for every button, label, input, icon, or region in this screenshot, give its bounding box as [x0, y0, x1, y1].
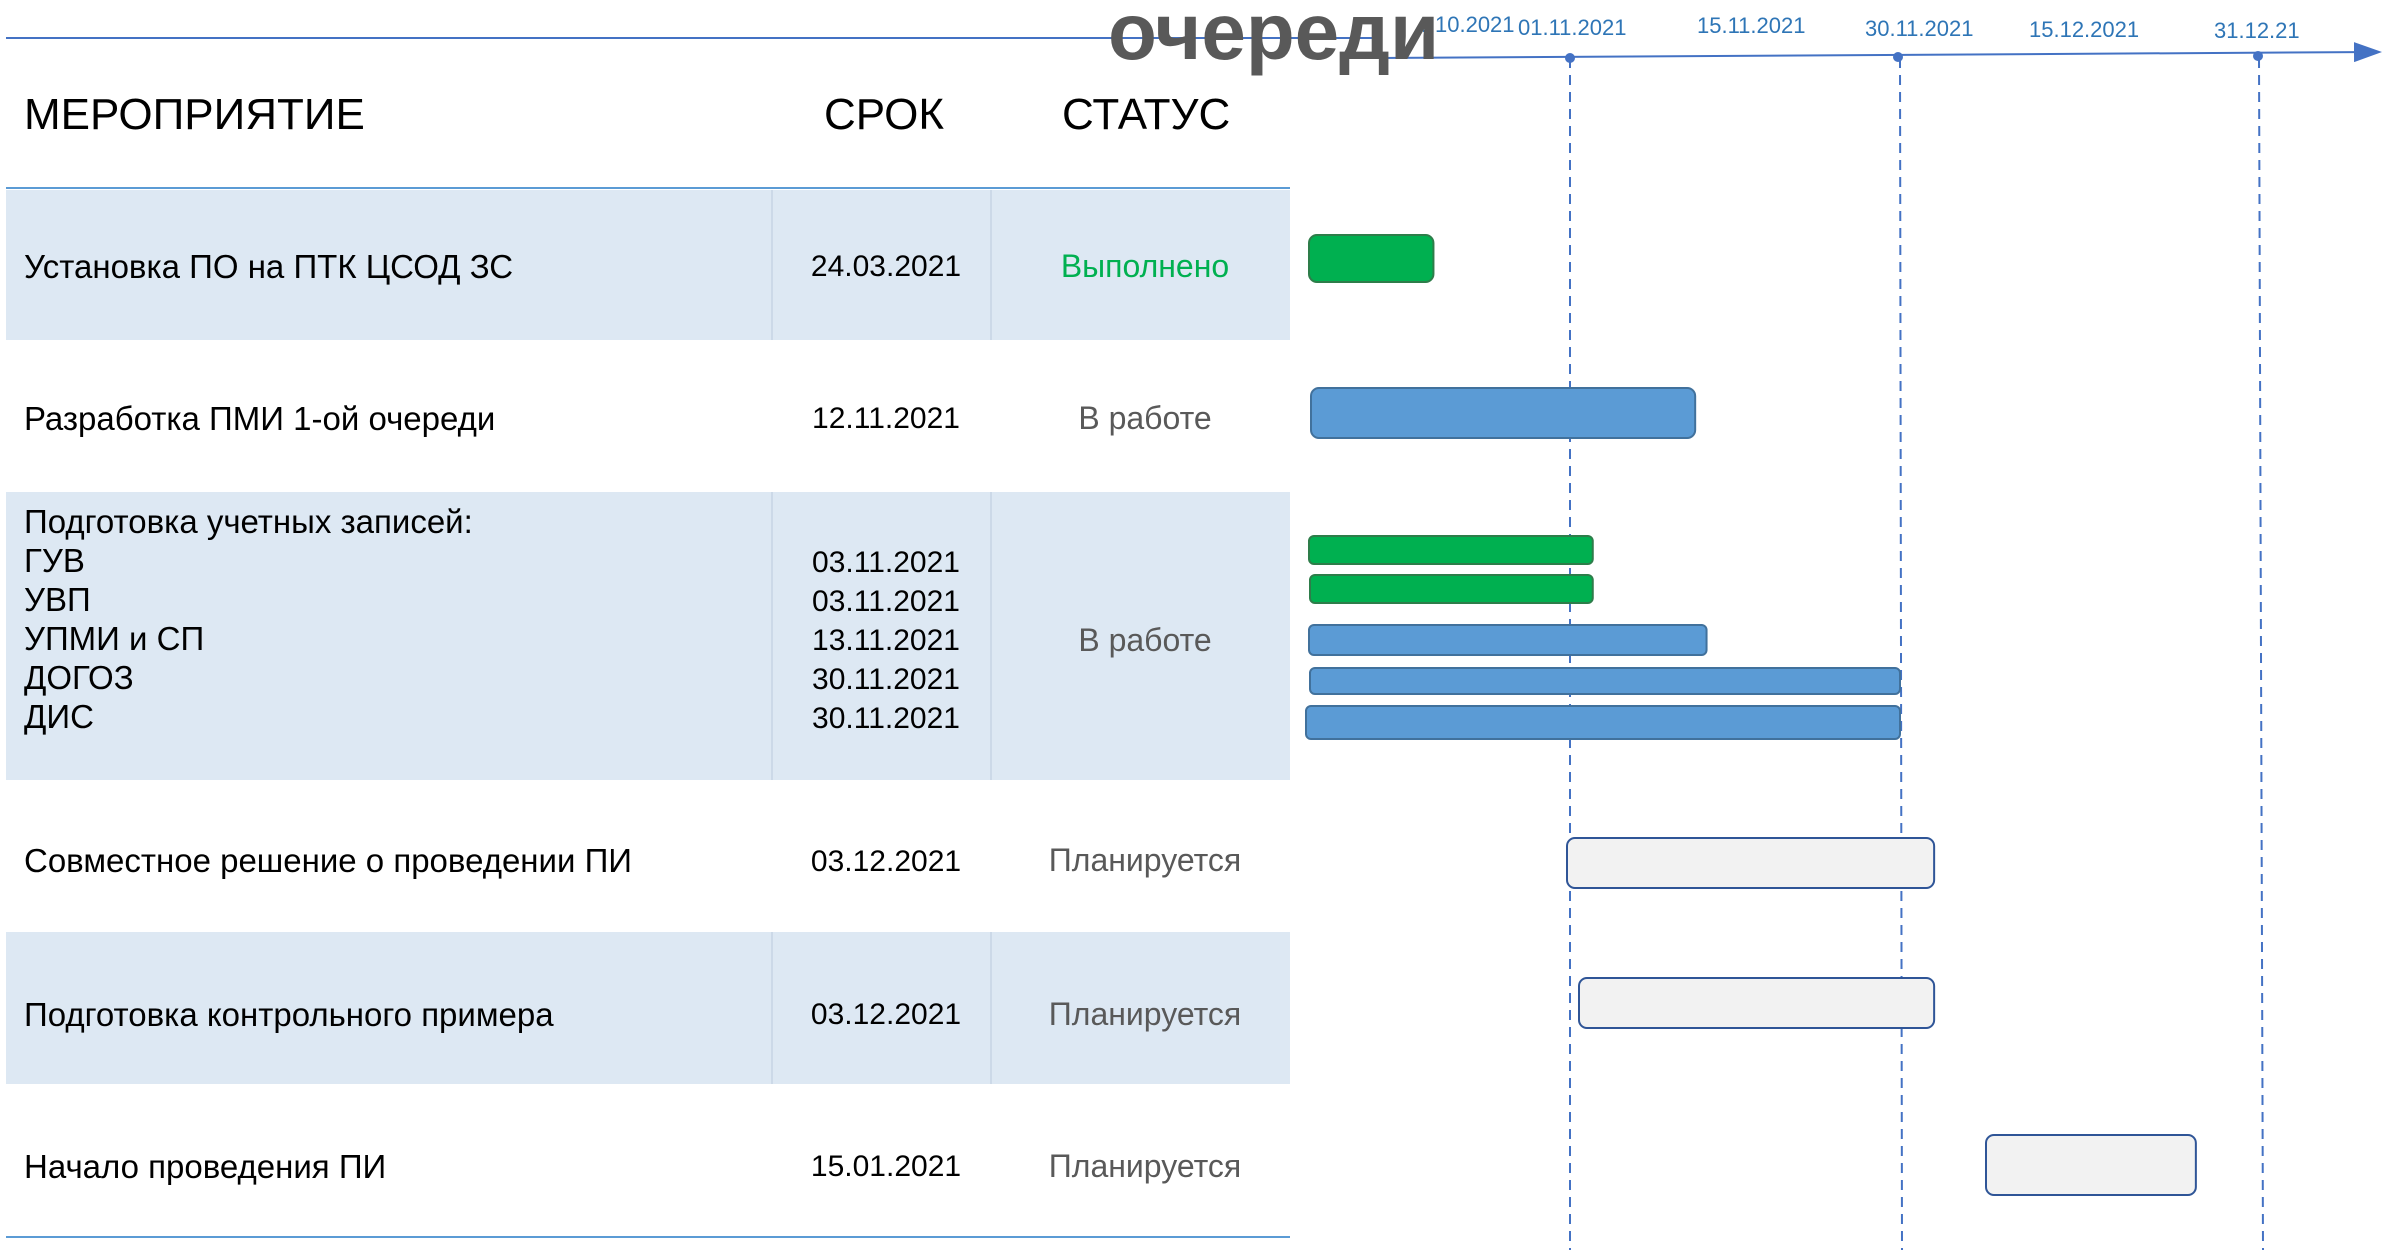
gantt-bar-planned: [1566, 837, 1936, 889]
subtask-term: 03.11.2021: [812, 585, 960, 618]
event-name: Установка ПО на ПТК ЦСОД ЗС: [24, 248, 514, 285]
timeline-label: 31.12.21: [2214, 18, 2300, 43]
slide-title-fragment: очереди: [1108, 0, 1440, 76]
timeline-axis: [1379, 42, 2382, 63]
timeline-label: 01.11.2021: [1518, 15, 1626, 40]
subtask-name: ГУВ: [24, 542, 85, 579]
axis-point-30-11: [1893, 52, 1903, 62]
status-done: Выполнено: [1060, 248, 1230, 284]
event-name: Начало проведения ПИ: [24, 1148, 387, 1185]
subtask-term: 13.11.2021: [812, 624, 960, 657]
gantt-bar-in-progress: [1310, 387, 1697, 439]
event-name: Подготовка учетных записей:: [24, 503, 473, 540]
subtask-name: УВП: [24, 581, 91, 618]
status-planned: Планируется: [1048, 1148, 1242, 1184]
header-status: СТАТУС: [1062, 90, 1231, 139]
timeline-label: 30.11.2021: [1865, 16, 1973, 41]
gantt-bar-done: [1308, 535, 1594, 565]
subtask-term: 30.11.2021: [812, 663, 960, 696]
subtask-term: 30.11.2021: [812, 702, 960, 735]
status-in-progress: В работе: [1078, 400, 1212, 436]
axis-point-31-12: [2253, 51, 2263, 61]
gantt-bar-planned: [1578, 977, 1936, 1029]
subtask-name: УПМИ и СП: [24, 620, 205, 657]
event-term: 03.12.2021: [810, 845, 962, 878]
event-term: 24.03.2021: [810, 250, 962, 283]
event-name: Разработка ПМИ 1-ой очереди: [24, 400, 496, 437]
event-term: 03.12.2021: [810, 998, 962, 1031]
gantt-bar-planned: [1985, 1134, 2197, 1196]
event-term-block: 03.11.2021 03.11.2021 13.11.2021 30.11.2…: [776, 543, 996, 738]
axis-point-01-11: [1565, 53, 1575, 63]
reference-line-31-12: [2258, 57, 2264, 1250]
subtask-name: ДОГОЗ: [24, 659, 134, 696]
schedule-slide: …10.2021 01.11.2021 15.11.2021 30.11.202…: [0, 0, 2387, 1250]
event-term: 15.01.2021: [810, 1150, 962, 1183]
timeline-label: 15.12.2021: [2029, 17, 2139, 42]
gantt-bar-in-progress: [1305, 705, 1901, 740]
subtask-term: 03.11.2021: [812, 546, 960, 579]
gantt-bar-done: [1308, 234, 1435, 283]
status-planned: Планируется: [1048, 996, 1242, 1032]
gantt-bars: [1305, 234, 2197, 1196]
status-in-progress: В работе: [1078, 622, 1212, 658]
header-event: МЕРОПРИЯТИЕ: [24, 90, 365, 139]
gantt-bar-done: [1309, 574, 1594, 604]
header-term: СРОК: [824, 90, 945, 139]
event-name: Подготовка контрольного примера: [24, 996, 554, 1033]
gantt-bar-in-progress: [1309, 667, 1901, 695]
status-planned: Планируется: [1048, 842, 1242, 878]
event-term: 12.11.2021: [812, 402, 960, 435]
subtask-name: ДИС: [24, 698, 94, 735]
timeline-label: 15.11.2021: [1697, 13, 1805, 38]
event-name: Совместное решение о проведении ПИ: [24, 842, 633, 879]
reference-line-30-11: [1899, 57, 1903, 1250]
event-name-block: Подготовка учетных записей: ГУВ УВП УПМИ…: [24, 502, 473, 736]
gantt-bar-in-progress: [1308, 624, 1708, 656]
